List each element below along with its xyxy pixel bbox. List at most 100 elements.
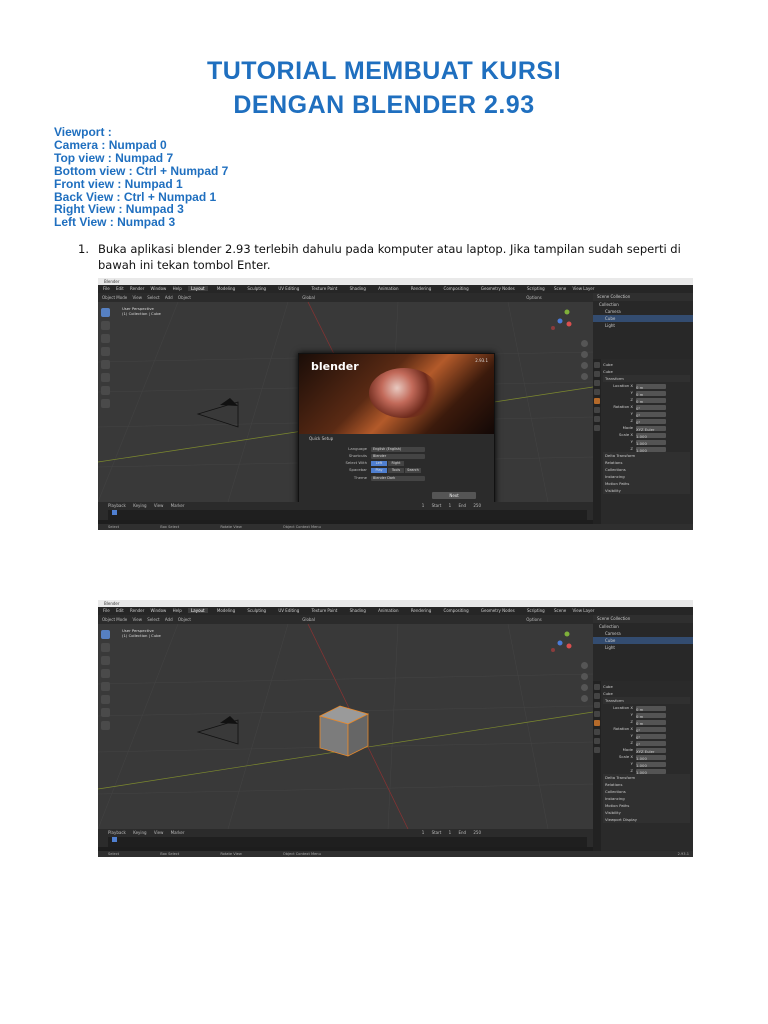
- motion-paths-panel[interactable]: Motion Paths: [603, 480, 690, 487]
- zoom-icon[interactable]: [581, 662, 588, 669]
- object-name-field[interactable]: Cube: [603, 361, 690, 368]
- instancing-panel[interactable]: Instancing: [603, 473, 690, 480]
- material-tab-icon[interactable]: [594, 747, 600, 753]
- outliner-item-collection[interactable]: Collection: [593, 623, 693, 630]
- select-tool-icon[interactable]: [101, 308, 110, 317]
- timeline-keying[interactable]: Keying: [133, 503, 146, 508]
- scale-y-field[interactable]: 1.000: [636, 761, 666, 768]
- timeline-playback[interactable]: Playback: [108, 503, 126, 508]
- start-frame[interactable]: 1: [449, 503, 452, 508]
- spacebar-search-button[interactable]: Search: [405, 467, 421, 473]
- move-tool-icon[interactable]: [101, 656, 110, 665]
- scale-x-field[interactable]: 1.000: [636, 754, 666, 761]
- tool-tab-icon[interactable]: [594, 362, 600, 368]
- transform-orientation[interactable]: Global: [302, 617, 315, 622]
- mode-select[interactable]: XYZ Euler: [636, 425, 666, 432]
- cursor-tool-icon[interactable]: [101, 321, 110, 330]
- scale-tool-icon[interactable]: [101, 682, 110, 691]
- render-tab-icon[interactable]: [594, 371, 600, 377]
- menu-render[interactable]: Render: [130, 286, 144, 291]
- timeline-marker[interactable]: Marker: [171, 830, 185, 835]
- tab-geometry-nodes[interactable]: Geometry Nodes: [478, 608, 518, 613]
- scene-selector[interactable]: Scene: [554, 608, 566, 613]
- menu-window[interactable]: Window: [151, 608, 167, 613]
- current-frame[interactable]: 1: [422, 830, 425, 835]
- ortho-toggle-icon[interactable]: [581, 695, 588, 702]
- current-frame[interactable]: 1: [422, 503, 425, 508]
- next-button[interactable]: Next: [432, 492, 476, 499]
- pan-icon[interactable]: [581, 673, 588, 680]
- tab-shading[interactable]: Shading: [347, 608, 369, 613]
- tab-animation[interactable]: Animation: [375, 608, 401, 613]
- object-mode-dropdown[interactable]: Object Mode: [102, 617, 127, 622]
- material-tab-icon[interactable]: [594, 425, 600, 431]
- delta-transform-panel[interactable]: Delta Transform: [603, 774, 690, 781]
- mode-select[interactable]: XYZ Euler: [636, 747, 666, 754]
- 3d-viewport[interactable]: User Perspective (1) Collection | Cube b…: [98, 302, 593, 502]
- menu-help[interactable]: Help: [173, 608, 182, 613]
- location-x-field[interactable]: 0 m: [636, 705, 666, 712]
- header-select[interactable]: Select: [147, 617, 159, 622]
- object-name-field[interactable]: Cube: [603, 683, 690, 690]
- cursor-tool-icon[interactable]: [101, 643, 110, 652]
- playhead[interactable]: [112, 510, 117, 515]
- zoom-icon[interactable]: [581, 340, 588, 347]
- header-add[interactable]: Add: [165, 295, 173, 300]
- view-layer-selector[interactable]: View Layer: [573, 608, 595, 613]
- tab-sculpting[interactable]: Sculpting: [244, 608, 269, 613]
- tab-animation[interactable]: Animation: [375, 286, 401, 291]
- delta-transform-panel[interactable]: Delta Transform: [603, 452, 690, 459]
- timeline-keying[interactable]: Keying: [133, 830, 146, 835]
- object-tab-icon[interactable]: [594, 720, 600, 726]
- timeline-view[interactable]: View: [154, 503, 164, 508]
- object-tab-icon[interactable]: [594, 398, 600, 404]
- rotation-z-field[interactable]: 0°: [636, 418, 666, 425]
- rotation-y-field[interactable]: 0°: [636, 733, 666, 740]
- scene-tab-icon[interactable]: [594, 389, 600, 395]
- menu-help[interactable]: Help: [173, 286, 182, 291]
- move-tool-icon[interactable]: [101, 334, 110, 343]
- timeline-ruler[interactable]: [108, 510, 587, 520]
- options-dropdown[interactable]: Options: [526, 617, 541, 622]
- tab-geometry-nodes[interactable]: Geometry Nodes: [478, 286, 518, 291]
- tab-rendering[interactable]: Rendering: [408, 286, 434, 291]
- header-view[interactable]: View: [132, 617, 142, 622]
- render-tab-icon[interactable]: [594, 693, 600, 699]
- object-data-name[interactable]: Cube: [603, 690, 690, 697]
- pan-icon[interactable]: [581, 351, 588, 358]
- transform-panel[interactable]: Transform: [603, 697, 690, 704]
- start-frame[interactable]: 1: [449, 830, 452, 835]
- motion-paths-panel[interactable]: Motion Paths: [603, 802, 690, 809]
- object-data-name[interactable]: Cube: [603, 368, 690, 375]
- scale-tool-icon[interactable]: [101, 360, 110, 369]
- visibility-panel[interactable]: Visibility: [603, 809, 690, 816]
- theme-select[interactable]: Blender Dark: [371, 475, 425, 481]
- annotate-tool-icon[interactable]: [101, 386, 110, 395]
- select-left-button[interactable]: Left: [371, 460, 387, 466]
- tab-texture-paint[interactable]: Texture Paint: [309, 608, 341, 613]
- outliner-item-light[interactable]: Light: [593, 322, 693, 329]
- tab-uv-editing[interactable]: UV Editing: [275, 286, 302, 291]
- object-mode-dropdown[interactable]: Object Mode: [102, 295, 127, 300]
- outliner-item-collection[interactable]: Collection: [593, 301, 693, 308]
- tab-modeling[interactable]: Modeling: [214, 608, 238, 613]
- camera-view-icon[interactable]: [581, 362, 588, 369]
- scene-selector[interactable]: Scene: [554, 286, 566, 291]
- tab-layout[interactable]: Layout: [188, 286, 208, 291]
- instancing-panel[interactable]: Instancing: [603, 795, 690, 802]
- tab-compositing[interactable]: Compositing: [441, 286, 472, 291]
- end-frame[interactable]: 250: [473, 503, 481, 508]
- rotation-y-field[interactable]: 0°: [636, 411, 666, 418]
- ortho-toggle-icon[interactable]: [581, 373, 588, 380]
- outliner-item-cube[interactable]: Cube: [593, 315, 693, 322]
- menu-window[interactable]: Window: [151, 286, 167, 291]
- menu-render[interactable]: Render: [130, 608, 144, 613]
- outliner-item-camera[interactable]: Camera: [593, 308, 693, 315]
- outliner-item-cube[interactable]: Cube: [593, 637, 693, 644]
- rotate-tool-icon[interactable]: [101, 347, 110, 356]
- 3d-viewport[interactable]: User Perspective (1) Collection | Cube: [98, 624, 593, 829]
- location-y-field[interactable]: 0 m: [636, 390, 666, 397]
- timeline-ruler[interactable]: [108, 837, 587, 847]
- tab-scripting[interactable]: Scripting: [524, 286, 548, 291]
- scale-z-field[interactable]: 1.000: [636, 768, 666, 775]
